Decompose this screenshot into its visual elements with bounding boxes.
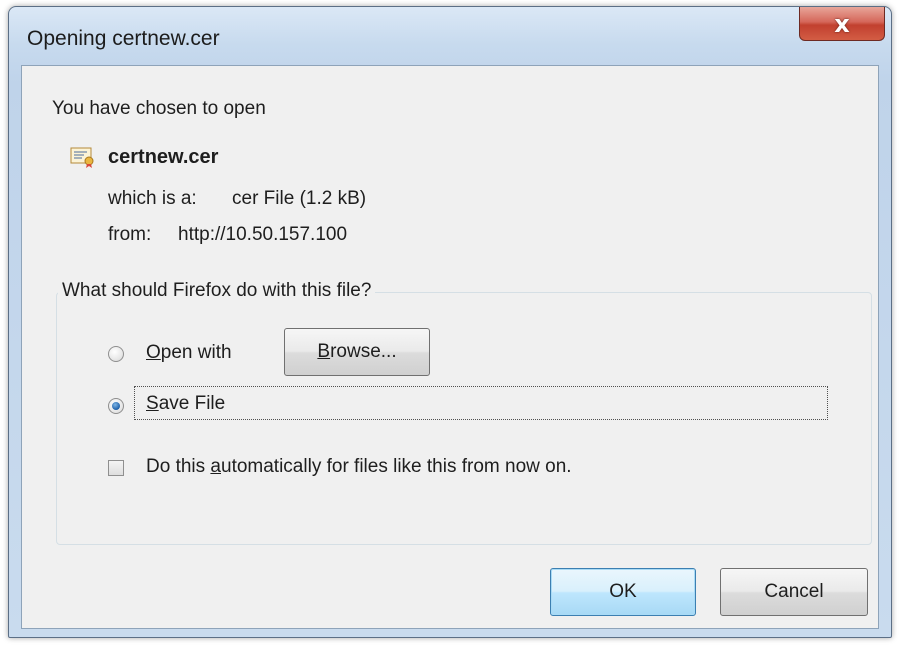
action-group-legend: What should Firefox do with this file?	[58, 280, 376, 302]
save-file-focus-rect	[134, 386, 828, 420]
auto-checkbox[interactable]	[108, 460, 124, 476]
open-with-label[interactable]: Open with	[146, 342, 232, 364]
file-source-label: from:	[108, 224, 152, 245]
window-title: Opening certnew.cer	[27, 27, 220, 50]
close-icon: x	[834, 10, 850, 38]
auto-checkbox-label[interactable]: Do this automatically for files like thi…	[146, 456, 572, 478]
file-type-value: cer File (1.2 kB)	[232, 188, 367, 209]
title-bar[interactable]: Opening certnew.cer x	[9, 7, 891, 63]
dialog-body: You have chosen to open certnew.cer whic…	[21, 65, 879, 629]
save-file-radio[interactable]	[108, 398, 124, 414]
open-with-radio[interactable]	[108, 346, 124, 362]
close-button[interactable]: x	[799, 7, 885, 41]
intro-text: You have chosen to open	[52, 98, 266, 119]
ok-button[interactable]: OK	[550, 568, 696, 616]
save-file-label[interactable]: Save File	[146, 393, 225, 415]
dialog-window: Opening certnew.cer x You have chosen to…	[8, 6, 892, 638]
file-type-label: which is a:	[108, 188, 197, 209]
cancel-button[interactable]: Cancel	[720, 568, 868, 616]
file-name: certnew.cer	[108, 146, 219, 168]
browse-button[interactable]: Browse...	[284, 328, 430, 376]
file-source-url: http://10.50.157.100	[178, 224, 348, 245]
certificate-icon	[70, 147, 94, 168]
